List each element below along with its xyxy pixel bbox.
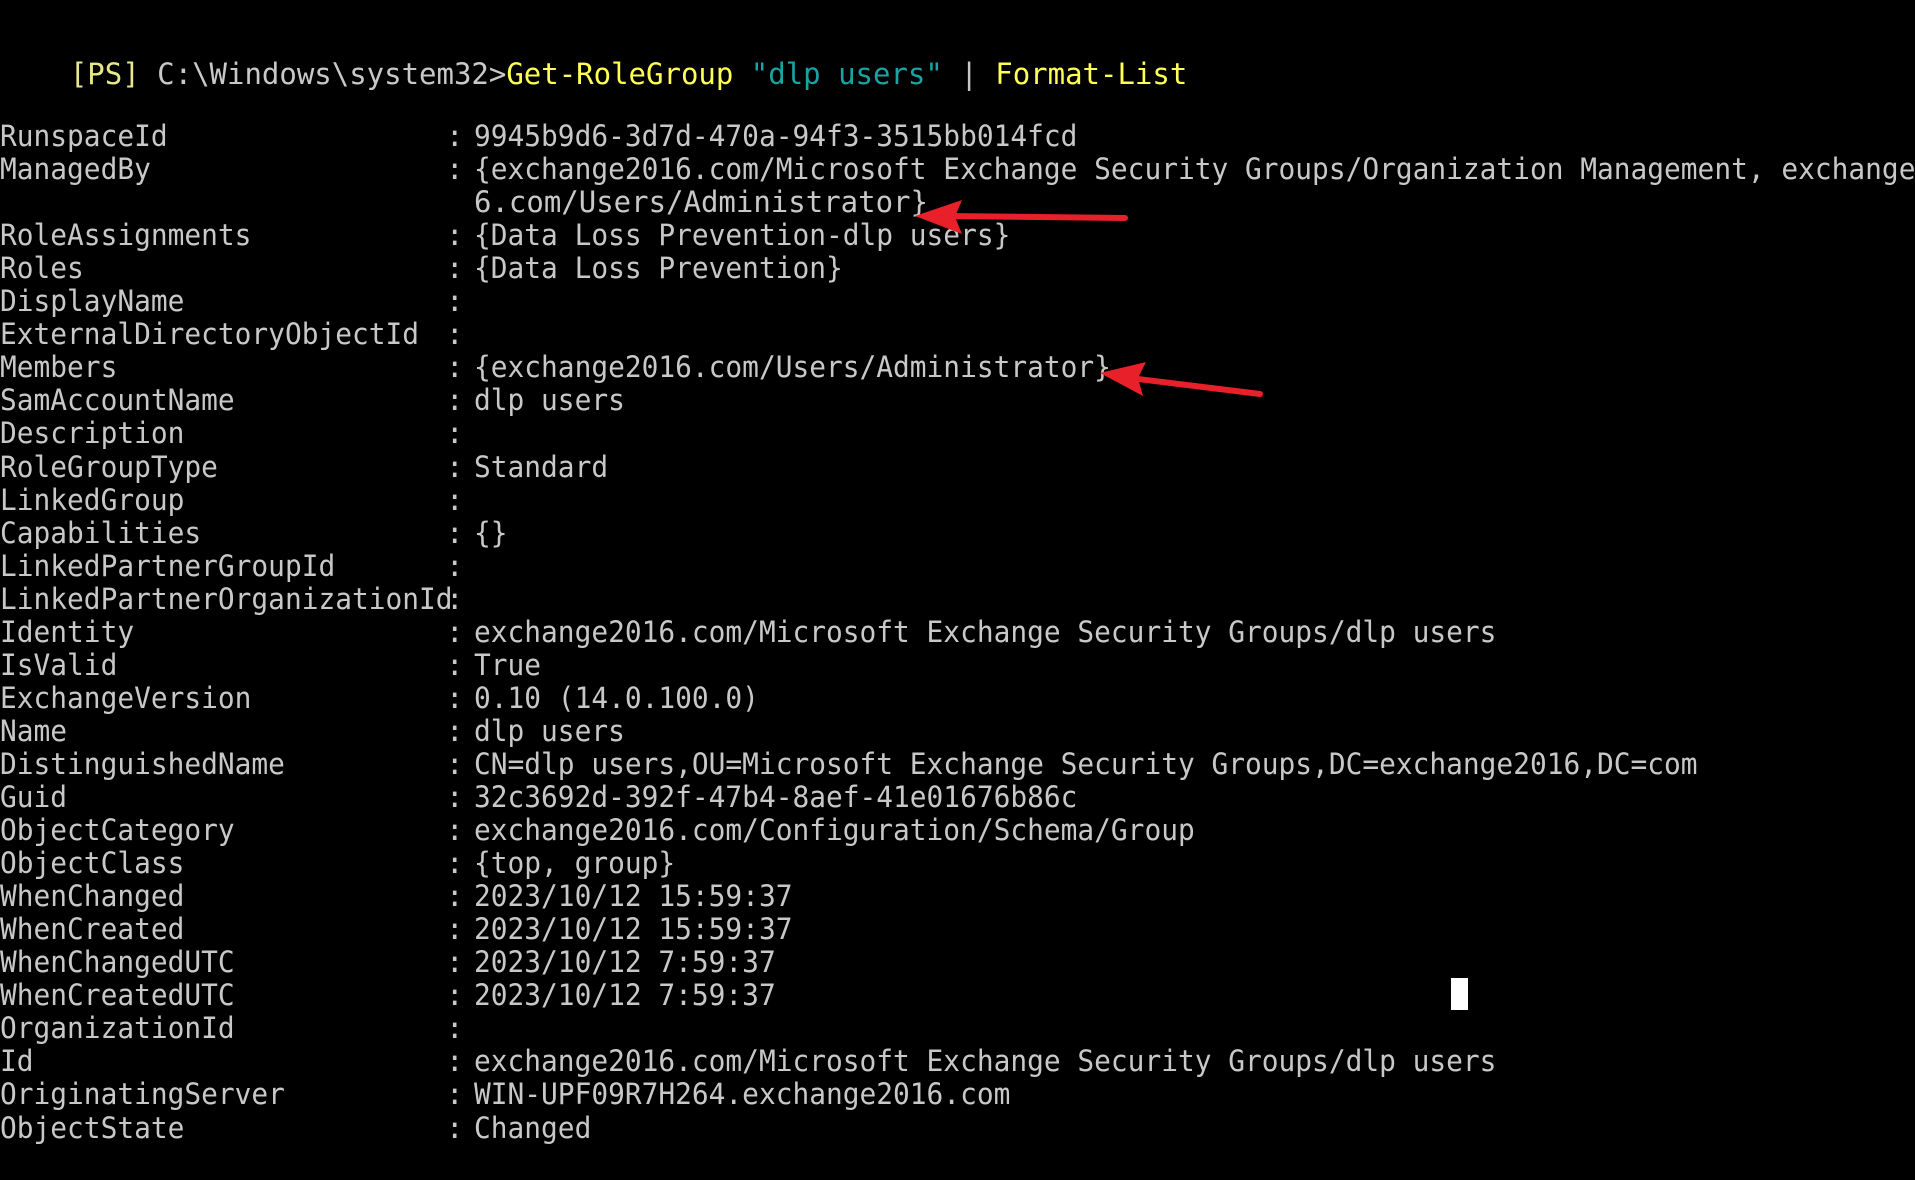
arrow-managedby-annotation — [915, 200, 1128, 234]
terminal-window[interactable]: [PS] C:\Windows\system32>Get-RoleGroup "… — [0, 0, 1915, 1180]
annotation-arrows — [915, 200, 1263, 397]
arrow-members-annotation — [1100, 362, 1263, 397]
